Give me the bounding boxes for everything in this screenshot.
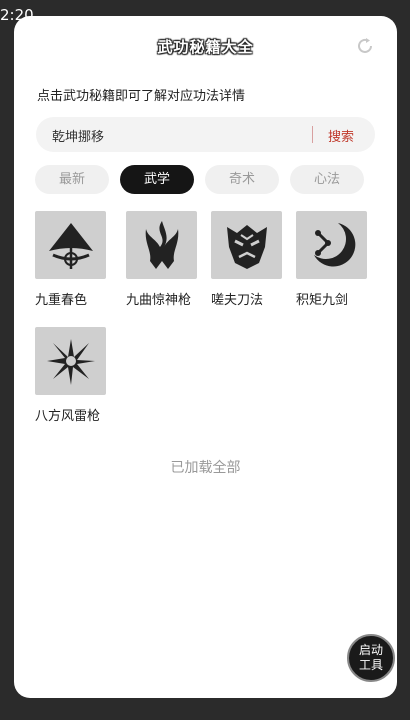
item-label: 九曲惊神枪 <box>126 293 192 308</box>
item-label: 嗟夫刀法 <box>211 293 264 308</box>
burst-emblem-icon <box>35 327 106 395</box>
item-label: 八方风雷枪 <box>35 409 101 424</box>
launch-tool-button[interactable]: 启动 工具 <box>347 634 395 682</box>
item-label: 积矩九剑 <box>296 293 349 308</box>
main-card: 武功秘籍大全 点击武功秘籍即可了解对应功法详情 乾坤挪移 搜索 最新 武学 奇术… <box>14 16 397 698</box>
search-input[interactable]: 乾坤挪移 <box>52 126 104 145</box>
list-item[interactable]: 九曲惊神枪 <box>126 211 201 308</box>
umbrella-emblem-icon <box>35 211 106 279</box>
flame-emblem-icon <box>126 211 197 279</box>
tab-mind[interactable]: 心法 <box>290 165 364 194</box>
page-title: 武功秘籍大全 <box>157 38 254 56</box>
tiger-emblem-icon <box>211 211 282 279</box>
tab-latest[interactable]: 最新 <box>35 165 109 194</box>
tab-martial[interactable]: 武学 <box>120 165 194 194</box>
search-button[interactable]: 搜索 <box>328 126 354 145</box>
refresh-icon[interactable] <box>355 36 375 56</box>
list-item[interactable]: 九重春色 <box>35 211 110 308</box>
list-item[interactable]: 八方风雷枪 <box>35 327 110 424</box>
fab-label-line2: 工具 <box>358 658 383 672</box>
list-item[interactable]: 积矩九剑 <box>296 211 371 308</box>
search-bar[interactable]: 乾坤挪移 搜索 <box>36 117 375 152</box>
load-complete-text: 已加载全部 <box>170 460 241 476</box>
item-label: 九重春色 <box>35 293 88 308</box>
tab-arts[interactable]: 奇术 <box>205 165 279 194</box>
subtitle: 点击武功秘籍即可了解对应功法详情 <box>37 89 246 104</box>
fab-label-line1: 启动 <box>358 643 383 657</box>
crescent-emblem-icon <box>296 211 367 279</box>
search-divider <box>312 126 313 143</box>
list-item[interactable]: 嗟夫刀法 <box>211 211 286 308</box>
